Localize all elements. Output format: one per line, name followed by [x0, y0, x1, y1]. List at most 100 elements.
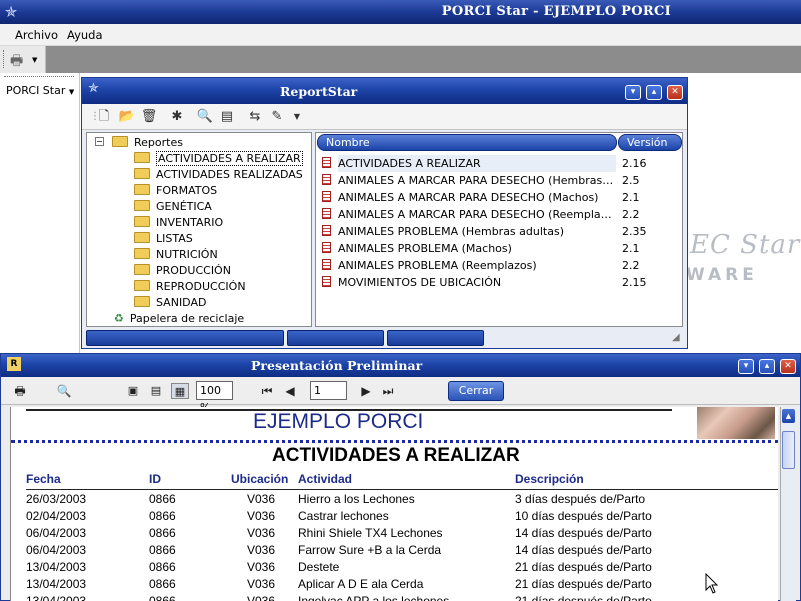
list-item[interactable]: ANIMALES PROBLEMA (Hembras adultas) 2.35 — [322, 223, 677, 240]
table-row: 13/04/2003 0866 V036 Aplicar A D E ala Cerd… — [11, 577, 778, 594]
preview-icon[interactable]: 🔍 — [196, 108, 214, 126]
report-cell-fecha: 06/04/2003 — [26, 526, 87, 540]
scroll-up-icon[interactable]: ▲ — [782, 409, 795, 423]
tree-folder-label: ACTIVIDADES A REALIZAR — [156, 151, 303, 166]
porci-star-menu[interactable]: PORCI Star ▼ — [6, 84, 74, 97]
list-item-name: ANIMALES A MARCAR PARA DESECHO (Machos) — [338, 191, 599, 204]
resize-grip-icon[interactable]: ◢ — [672, 332, 680, 343]
page-number-field[interactable]: 1 — [310, 381, 347, 400]
toolbar-grip[interactable] — [3, 50, 5, 68]
maximize-button[interactable]: ▴ — [646, 85, 662, 100]
list-item[interactable]: ANIMALES A MARCAR PARA DESECHO (Reemplaz… — [322, 206, 677, 223]
new-document-icon[interactable]: 🗋 — [95, 108, 113, 126]
app-title: PORCI Star - EJEMPLO PORCI — [441, 4, 671, 19]
list-item-name: ACTIVIDADES A REALIZAR — [338, 155, 616, 172]
report-cell-descripcion: 10 días después de/Parto — [515, 509, 652, 523]
column-header-version[interactable]: Versión — [618, 134, 682, 151]
report-cell-id: 0866 — [149, 492, 176, 506]
trash-icon[interactable]: 🗑 — [140, 108, 158, 126]
scroll-thumb[interactable] — [782, 431, 795, 469]
collapse-icon[interactable]: − — [95, 137, 104, 146]
preview-title: Presentación Preliminar — [251, 358, 423, 373]
list-item-name: ANIMALES PROBLEMA (Reemplazos) — [338, 259, 537, 272]
list-item-name: ANIMALES A MARCAR PARA DESECHO (Reemplaz… — [338, 208, 616, 221]
multi-page-icon[interactable]: ▦ — [171, 383, 189, 399]
list-item[interactable]: ANIMALES A MARCAR PARA DESECHO (Hembras … — [322, 172, 677, 189]
preview-titlebar[interactable]: R Presentación Preliminar ▾ ▴ ✕ — [1, 354, 800, 377]
close-button[interactable]: ✕ — [667, 85, 683, 100]
cerrar-button[interactable]: Cerrar — [448, 381, 504, 401]
zoom-field[interactable]: 100 % — [196, 381, 233, 414]
restore-button[interactable]: ▴ — [759, 359, 775, 374]
tree-folder[interactable]: INVENTARIO — [134, 215, 223, 231]
list-item[interactable]: ANIMALES PROBLEMA (Reemplazos) 2.2 — [322, 257, 677, 274]
minimize-button[interactable]: ▾ — [738, 359, 754, 374]
status-panel — [287, 330, 384, 346]
dropdown-arrow-icon[interactable]: ▼ — [288, 108, 306, 126]
report-cell-actividad: Destete — [298, 560, 340, 574]
zoom-icon[interactable]: 🔍 — [55, 383, 73, 399]
next-page-icon[interactable]: ▶ — [359, 383, 373, 399]
tree-folder[interactable]: GENÉTICA — [134, 199, 212, 215]
list-item[interactable]: MOVIMIENTOS DE UBICACIÓN 2.15 — [322, 274, 677, 291]
list-item-name: MOVIMIENTOS DE UBICACIÓN — [338, 276, 502, 289]
vertical-scrollbar[interactable]: ▲ — [780, 407, 796, 601]
previous-page-icon[interactable]: ◀ — [283, 383, 297, 399]
new-report-icon[interactable]: ✱ — [168, 108, 186, 126]
list-item[interactable]: ANIMALES A MARCAR PARA DESECHO (Machos) 2… — [322, 189, 677, 206]
report-dotted-rule — [11, 440, 778, 443]
recycle-bin-icon: ♻ — [114, 312, 124, 325]
list-item[interactable]: ACTIVIDADES A REALIZAR 2.16 — [322, 155, 677, 172]
properties-icon[interactable]: ✎ — [268, 108, 286, 126]
report-cell-fecha: 26/03/2003 — [26, 492, 87, 506]
menu-ayuda[interactable]: Ayuda — [67, 28, 103, 42]
report-cell-actividad: Rhini Shiele TX4 Lechones — [298, 526, 443, 540]
printer-icon[interactable]: 🖶 — [10, 50, 23, 74]
dropdown-arrow-icon[interactable]: ▼ — [32, 56, 37, 64]
report-cell-id: 0866 — [149, 509, 176, 523]
tree-folder[interactable]: SANIDAD — [134, 295, 206, 311]
page-width-icon[interactable]: ▤ — [148, 383, 164, 399]
close-button[interactable]: ✕ — [780, 359, 796, 374]
tree-folder[interactable]: PRODUCCIÓN — [134, 263, 231, 279]
tree-folder-label: NUTRICIÓN — [156, 248, 218, 261]
last-page-icon[interactable]: ⏭ — [381, 383, 395, 399]
first-page-icon[interactable]: ⏮ — [260, 383, 274, 399]
report-cell-ubicacion: V036 — [247, 492, 276, 506]
report-logo-icon: R — [7, 357, 21, 371]
tree-folder[interactable]: ACTIVIDADES REALIZADAS — [134, 167, 303, 183]
report-cell-actividad: Castrar lechones — [298, 509, 389, 523]
import-icon[interactable]: ⇆ — [246, 108, 264, 126]
reportstar-titlebar[interactable]: ✯ ReportStar ▾ ▴ ✕ — [82, 78, 687, 104]
design-icon[interactable]: ▤ — [218, 108, 236, 126]
table-row: 13/04/2003 0866 V036 Ingelvac APP a los lec… — [11, 594, 778, 601]
minimize-button[interactable]: ▾ — [625, 85, 641, 100]
tree-recycle-bin[interactable]: ♻ Papelera de reciclaje — [114, 311, 244, 327]
menu-archivo[interactable]: Archivo — [15, 28, 58, 42]
tree-folder[interactable]: ACTIVIDADES A REALIZAR — [134, 151, 303, 167]
watermark-text: WARE — [686, 265, 758, 285]
list-item-version: 2.2 — [622, 208, 640, 221]
porci-star-menu-label: PORCI Star — [6, 84, 66, 97]
tree-root[interactable]: − Reportes — [87, 135, 307, 151]
tree-folder[interactable]: FORMATOS — [134, 183, 217, 199]
tree-folder-label: LISTAS — [156, 232, 193, 245]
list-item[interactable]: ANIMALES PROBLEMA (Machos) 2.1 — [322, 240, 677, 257]
column-header-nombre[interactable]: Nombre — [317, 134, 617, 151]
tree-folder[interactable]: NUTRICIÓN — [134, 247, 218, 263]
report-cell-descripcion: 14 días después de/Parto — [515, 543, 652, 557]
print-icon[interactable]: 🖶 — [11, 383, 29, 399]
folder-icon — [134, 200, 150, 211]
tree-folder-label: GENÉTICA — [156, 200, 212, 213]
one-page-icon[interactable]: ▣ — [125, 383, 141, 399]
tree-folder[interactable]: LISTAS — [134, 231, 193, 247]
report-cell-id: 0866 — [149, 543, 176, 557]
report-cell-descripcion: 21 días después de/Parto — [515, 560, 652, 574]
table-row: 06/04/2003 0866 V036 Farrow Sure +B a la Ce… — [11, 543, 778, 560]
tree-folder[interactable]: REPRODUCCIÓN — [134, 279, 246, 295]
report-cell-id: 0866 — [149, 526, 176, 540]
folder-icon — [134, 184, 150, 195]
tree-folder-label: INVENTARIO — [156, 216, 224, 229]
main-toolbar-group: 🖶 ▼ — [0, 46, 46, 73]
open-folder-icon[interactable]: 📂 — [118, 108, 136, 126]
